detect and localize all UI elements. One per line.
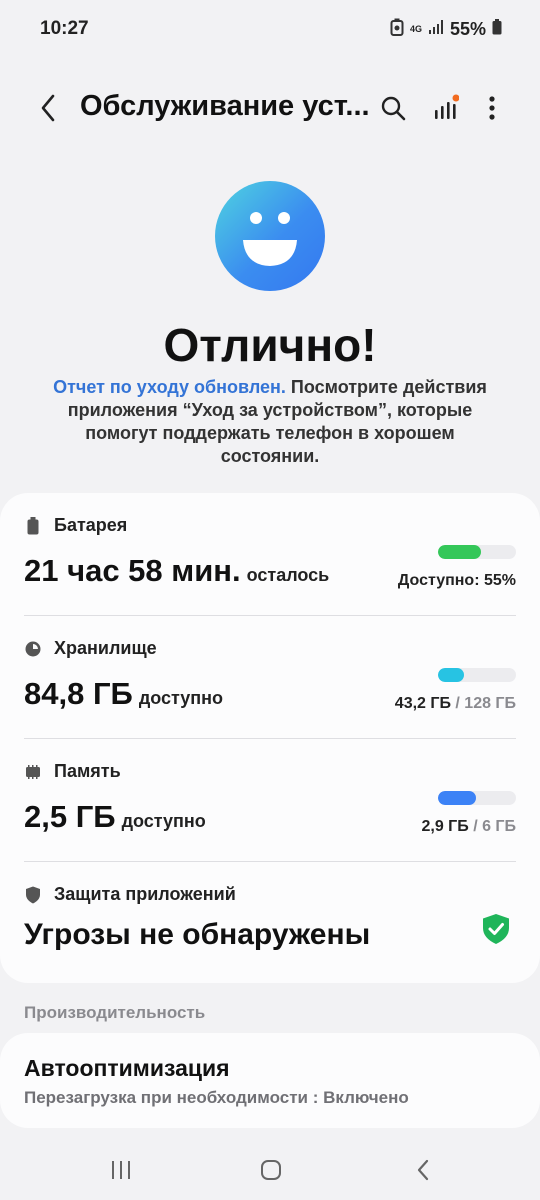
memory-usage: 2,9 ГБ / 6 ГБ: [421, 818, 516, 836]
app-protection-header: Защита приложений: [24, 884, 236, 905]
memory-used: 2,9 ГБ: [421, 818, 469, 835]
smiley-face-icon: [215, 181, 325, 291]
app-protection-value: Угрозы не обнаружены: [24, 918, 370, 952]
status-icons: 4G 55%: [390, 18, 502, 41]
page-title: Обслуживание уст...: [80, 90, 370, 122]
auto-optimization-subtitle: Перезагрузка при необходимости : Включен…: [24, 1088, 409, 1107]
pie-chart-icon: [24, 640, 42, 658]
memory-header: Память: [24, 761, 121, 782]
app-bar: Обслуживание уст...: [0, 78, 540, 138]
recycle-battery-icon: [390, 18, 404, 41]
battery-icon: [24, 516, 42, 535]
search-button[interactable]: [373, 88, 413, 128]
battery-available: Доступно: 55%: [397, 572, 516, 589]
memory-level-bar: [438, 791, 516, 805]
battery-header: Батарея: [24, 515, 127, 536]
diagnostics-icon: [435, 94, 459, 119]
notification-dot: [452, 94, 459, 102]
app-protection-label: Защита приложений: [54, 884, 236, 904]
memory-chip-icon: [24, 763, 42, 781]
back-nav-icon: [417, 1159, 429, 1181]
storage-row[interactable]: Хранилище 84,8 ГБ доступно 43,2 ГБ / 128…: [0, 616, 540, 739]
auto-optimization-title: Автооптимизация: [24, 1055, 230, 1081]
status-bar: 10:27 4G 55%: [0, 0, 540, 60]
memory-label: Память: [54, 761, 121, 781]
recents-button[interactable]: [91, 1150, 151, 1190]
status-time: 10:27: [40, 18, 89, 39]
network-type-label: 4G: [409, 24, 422, 34]
memory-row[interactable]: Память 2,5 ГБ доступно 2,9 ГБ / 6 ГБ: [0, 739, 540, 862]
home-icon: [261, 1160, 281, 1180]
storage-value: 84,8 ГБ доступно: [24, 676, 223, 712]
storage-level-fill: [438, 668, 465, 682]
battery-suffix: осталось: [246, 565, 330, 585]
memory-value: 2,5 ГБ доступно: [24, 799, 206, 835]
battery-row[interactable]: Батарея 21 час 58 мин. осталось Доступно…: [0, 493, 540, 616]
storage-header: Хранилище: [24, 638, 157, 659]
battery-value: 21 час 58 мин. осталось: [24, 553, 329, 589]
battery-remaining: 21 час 58 мин.: [24, 553, 241, 588]
home-button[interactable]: [241, 1150, 301, 1190]
device-status-card: Батарея 21 час 58 мин. осталось Доступно…: [0, 493, 540, 983]
storage-total: / 128 ГБ: [450, 695, 516, 712]
auto-optimization-card[interactable]: Автооптимизация Перезагрузка при необход…: [0, 1033, 540, 1128]
storage-used: 43,2 ГБ: [394, 695, 451, 712]
back-button[interactable]: [32, 88, 64, 128]
storage-available: 84,8 ГБ: [24, 676, 133, 711]
app-protection-row[interactable]: Защита приложений Угрозы не обнаружены: [0, 862, 540, 985]
threat-status: Угрозы не обнаружены: [24, 918, 371, 951]
battery-icon: [492, 19, 502, 40]
navigation-bar: [0, 1140, 540, 1200]
more-options-icon: [489, 96, 495, 120]
storage-suffix: доступно: [138, 688, 224, 708]
memory-suffix: доступно: [121, 811, 206, 831]
storage-level-bar: [438, 668, 516, 682]
back-icon: [41, 94, 55, 122]
shield-icon: [24, 886, 42, 904]
status-description: Отчет по уходу обновлен. Посмотрите дейс…: [40, 376, 500, 468]
back-nav-button[interactable]: [393, 1150, 453, 1190]
section-header-performance: Производительность: [24, 1003, 206, 1022]
status-headline: Отлично!: [163, 319, 377, 371]
shield-check-icon: [482, 913, 510, 950]
storage-label: Хранилище: [54, 638, 157, 658]
diagnostics-button[interactable]: [425, 88, 465, 128]
battery-level-fill: [438, 545, 481, 559]
memory-level-fill: [438, 791, 476, 805]
recents-icon: [112, 1161, 130, 1179]
search-icon: [381, 96, 406, 121]
report-updated-link[interactable]: Отчет по уходу обновлен.: [53, 377, 286, 397]
storage-usage: 43,2 ГБ / 128 ГБ: [395, 695, 516, 713]
battery-percent: 55%: [449, 19, 486, 39]
battery-label: Батарея: [54, 515, 128, 535]
signal-icon: [428, 19, 444, 40]
more-options-button[interactable]: [472, 88, 512, 128]
memory-available: 2,5 ГБ: [24, 799, 116, 834]
memory-total: / 6 ГБ: [468, 818, 516, 835]
battery-level-bar: [438, 545, 516, 559]
